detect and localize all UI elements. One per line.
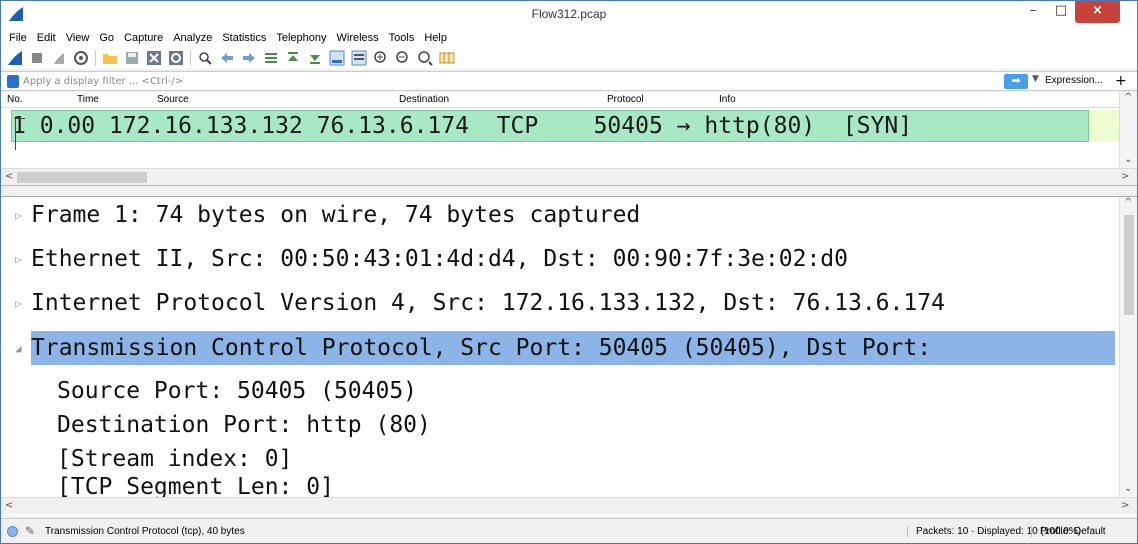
packet-row[interactable]: 1 0.00 172.16.133.132 76.13.6.174 TCP 50… xyxy=(11,110,1089,142)
scroll-right-icon[interactable]: > xyxy=(1121,500,1129,511)
tree-item-label: Transmission Control Protocol, Src Port:… xyxy=(31,335,932,361)
details-horizontal-scrollbar[interactable]: < > xyxy=(1,497,1137,514)
capture-options-icon[interactable] xyxy=(73,50,89,66)
tree-item-frame[interactable]: ▷ Frame 1: 74 bytes on wire, 74 bytes cap… xyxy=(15,199,640,231)
auto-scroll-icon[interactable] xyxy=(329,50,345,66)
stop-capture-icon[interactable] xyxy=(29,50,45,66)
menu-statistics[interactable]: Statistics xyxy=(222,32,266,44)
expert-info-icon[interactable] xyxy=(7,526,18,537)
chevron-down-icon[interactable]: ▼ xyxy=(1032,74,1039,84)
column-header-source[interactable]: Source xyxy=(157,94,189,105)
menu-telephony[interactable]: Telephony xyxy=(276,32,326,44)
column-header-info[interactable]: Info xyxy=(719,94,736,105)
column-header-no[interactable]: No. xyxy=(7,94,23,105)
tree-item-label: Ethernet II, Src: 00:50:43:01:4d:d4, Dst… xyxy=(31,246,848,272)
related-packet-bracket xyxy=(15,118,25,150)
status-field-info: Transmission Control Protocol (tcp), 40 … xyxy=(45,526,245,537)
tree-item-tcp[interactable]: ◢ Transmission Control Protocol, Src Port… xyxy=(15,332,931,364)
normal-size-icon[interactable] xyxy=(417,50,433,66)
column-header-time[interactable]: Time xyxy=(77,94,99,105)
window-title: Flow312.pcap xyxy=(531,7,607,21)
title-bar: Flow312.pcap – □ × xyxy=(1,1,1137,29)
arrow-right-icon: ➡ xyxy=(1011,74,1021,87)
go-to-packet-icon[interactable] xyxy=(263,50,279,66)
scroll-left-icon[interactable]: < xyxy=(5,500,13,511)
expand-triangle-icon[interactable]: ▷ xyxy=(15,244,31,276)
tree-item-label: Frame 1: 74 bytes on wire, 74 bytes capt… xyxy=(31,202,641,228)
menu-analyze[interactable]: Analyze xyxy=(173,32,212,44)
details-vertical-scrollbar[interactable]: ^ ⌄ xyxy=(1119,197,1137,497)
status-bar: ✎ Transmission Control Protocol (tcp), 4… xyxy=(1,518,1137,543)
menu-edit[interactable]: Edit xyxy=(37,32,56,44)
display-filter-bar: Apply a display filter ... <Ctrl-/> ➡ ▼ … xyxy=(1,71,1137,91)
scroll-down-icon[interactable]: ⌄ xyxy=(1124,483,1132,494)
toolbar-separator xyxy=(95,50,96,66)
main-toolbar xyxy=(1,47,1137,69)
row-highlight-tail xyxy=(1089,110,1119,142)
start-capture-icon[interactable] xyxy=(7,50,23,66)
resize-columns-icon[interactable] xyxy=(439,50,455,66)
save-file-icon[interactable] xyxy=(124,50,140,66)
menu-view[interactable]: View xyxy=(66,32,90,44)
colorize-icon[interactable] xyxy=(351,50,367,66)
close-file-icon[interactable] xyxy=(146,50,162,66)
scroll-right-icon[interactable]: > xyxy=(1121,171,1129,182)
minimize-button[interactable]: – xyxy=(1019,1,1047,23)
menu-go[interactable]: Go xyxy=(99,32,114,44)
menu-capture[interactable]: Capture xyxy=(124,32,163,44)
tree-field-destination-port[interactable]: Destination Port: http (80) xyxy=(57,409,431,441)
tree-field-source-port[interactable]: Source Port: 50405 (50405) xyxy=(57,375,417,407)
scrollbar-thumb[interactable] xyxy=(1124,215,1134,315)
status-profile[interactable]: Profile: Default xyxy=(1031,526,1106,537)
packet-details: ▷ Frame 1: 74 bytes on wire, 74 bytes cap… xyxy=(1,196,1137,516)
add-filter-button[interactable]: + xyxy=(1115,73,1127,89)
expression-button[interactable]: Expression... xyxy=(1045,75,1103,86)
app-window: Flow312.pcap – □ × File Edit View Go Cap… xyxy=(0,0,1138,544)
maximize-button[interactable]: □ xyxy=(1047,1,1075,23)
display-filter-input[interactable]: Apply a display filter ... <Ctrl-/> xyxy=(23,74,1013,89)
go-forward-icon[interactable] xyxy=(241,50,257,66)
zoom-out-icon[interactable] xyxy=(395,50,411,66)
apply-filter-button[interactable]: ➡ xyxy=(1004,74,1028,89)
collapse-triangle-icon[interactable]: ◢ xyxy=(15,333,31,365)
go-back-icon[interactable] xyxy=(219,50,235,66)
expand-triangle-icon[interactable]: ▷ xyxy=(15,288,31,320)
packet-list-horizontal-scrollbar[interactable]: < > xyxy=(1,168,1137,185)
tree-field-segment-len[interactable]: [TCP Segment Len: 0] xyxy=(57,476,334,499)
bookmark-icon[interactable] xyxy=(7,75,19,88)
packet-list: No. Time Source Destination Protocol Inf… xyxy=(1,92,1137,186)
tree-item-ethernet[interactable]: ▷ Ethernet II, Src: 00:50:43:01:4d:d4, Ds… xyxy=(15,243,848,275)
menu-help[interactable]: Help xyxy=(424,32,447,44)
reload-file-icon[interactable] xyxy=(168,50,184,66)
scroll-up-icon[interactable]: ^ xyxy=(1124,197,1132,208)
close-button[interactable]: × xyxy=(1075,1,1120,23)
scrollbar-thumb[interactable] xyxy=(17,172,147,183)
edit-comment-icon[interactable]: ✎ xyxy=(25,524,35,538)
tree-field-stream-index[interactable]: [Stream index: 0] xyxy=(57,443,292,475)
column-header-protocol[interactable]: Protocol xyxy=(607,94,644,105)
tree-item-label: Internet Protocol Version 4, Src: 172.16… xyxy=(31,290,945,316)
packet-list-header: No. Time Source Destination Protocol Inf… xyxy=(1,92,1119,108)
menu-tools[interactable]: Tools xyxy=(389,32,415,44)
packet-list-vertical-scrollbar[interactable]: ^ ⌄ xyxy=(1119,92,1137,168)
menu-file[interactable]: File xyxy=(9,32,27,44)
open-file-icon[interactable] xyxy=(102,50,118,66)
scroll-down-icon[interactable]: ⌄ xyxy=(1124,154,1132,165)
menu-wireless[interactable]: Wireless xyxy=(337,32,379,44)
toolbar-separator xyxy=(190,50,191,66)
last-packet-icon[interactable] xyxy=(307,50,323,66)
menu-bar: File Edit View Go Capture Analyze Statis… xyxy=(1,29,1137,47)
column-header-destination[interactable]: Destination xyxy=(399,94,449,105)
zoom-in-icon[interactable] xyxy=(373,50,389,66)
restart-capture-icon[interactable] xyxy=(51,50,67,66)
find-packet-icon[interactable] xyxy=(197,50,213,66)
scroll-left-icon[interactable]: < xyxy=(5,171,13,182)
first-packet-icon[interactable] xyxy=(285,50,301,66)
expand-triangle-icon[interactable]: ▷ xyxy=(15,200,31,232)
scroll-up-icon[interactable]: ^ xyxy=(1124,92,1132,103)
tree-item-ipv4[interactable]: ▷ Internet Protocol Version 4, Src: 172.1… xyxy=(15,287,945,319)
